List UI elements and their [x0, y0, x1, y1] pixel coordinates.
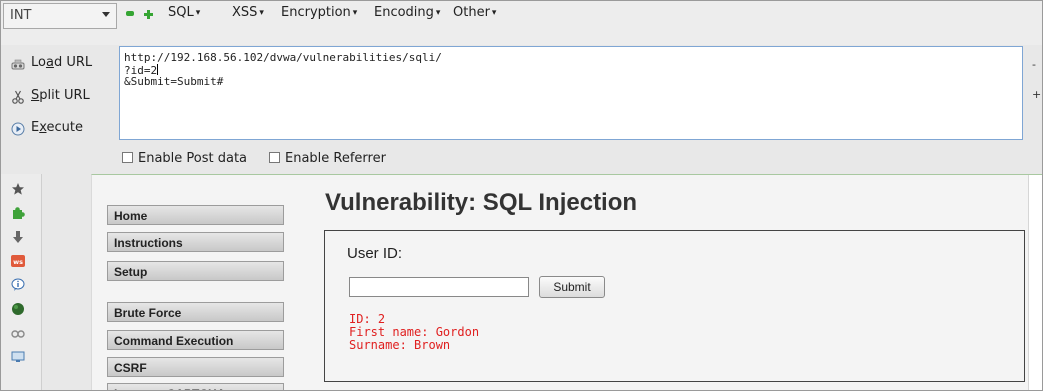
nav-csrf[interactable]: CSRF [107, 357, 284, 377]
chevron-down-icon [102, 12, 110, 17]
post-data-checkbox[interactable] [122, 152, 133, 163]
play-icon [11, 122, 25, 136]
star-icon[interactable] [11, 182, 25, 196]
dropdown-icon: ▾ [352, 8, 358, 18]
enable-referrer-option[interactable]: Enable Referrer [269, 151, 386, 166]
monitor-icon[interactable] [11, 350, 25, 364]
execute-accesskey: x [39, 120, 47, 135]
nav-command-execution[interactable]: Command Execution [107, 330, 284, 350]
dropdown-icon: ▾ [491, 8, 497, 18]
dropdown-icon: ▾ [435, 8, 441, 18]
info-chat-icon[interactable] [11, 278, 25, 292]
url-textarea[interactable]: http://192.168.56.102/dvwa/vulnerabiliti… [119, 46, 1023, 140]
user-id-label: User ID: [347, 245, 403, 262]
page-content: Home Instructions Setup Brute Force Comm… [91, 174, 1042, 390]
menu-encryption-label: Encryption [281, 5, 351, 20]
load-url-label-a: Lo [31, 55, 46, 70]
nav-instructions[interactable]: Instructions [107, 232, 284, 252]
type-select-value: INT [10, 8, 32, 23]
decrease-icon[interactable] [126, 11, 134, 16]
nav-brute-force[interactable]: Brute Force [107, 302, 284, 322]
ws-icon[interactable]: ws [11, 254, 25, 268]
svg-text:ws: ws [13, 258, 23, 266]
load-url-accesskey: a [45, 55, 54, 70]
menu-other-label: Other [453, 5, 490, 20]
dropdown-icon: ▾ [259, 8, 264, 18]
menu-other[interactable]: Other ▾ [453, 5, 496, 20]
collapse-mark[interactable]: - [1032, 58, 1036, 71]
enable-post-data-option[interactable]: Enable Post data [122, 151, 247, 166]
referrer-checkbox[interactable] [269, 152, 280, 163]
page-title: Vulnerability: SQL Injection [325, 189, 638, 216]
increase-icon[interactable] [144, 10, 153, 19]
menu-encoding-label: Encoding [374, 5, 434, 20]
sqli-form-panel: User ID: Submit ID: 2 First name: Gordon… [324, 230, 1025, 382]
nav-home[interactable]: Home [107, 205, 284, 225]
load-url-icon [11, 59, 25, 70]
addon-sphere-icon[interactable] [11, 302, 25, 316]
dropdown-icon: ▾ [195, 8, 201, 18]
menu-encryption[interactable]: Encryption ▾ [281, 5, 357, 20]
scrollbar[interactable] [1028, 175, 1042, 390]
menu-xss-label: XSS [232, 5, 258, 20]
url-line-3: &Submit=Submit# [124, 75, 224, 88]
menu-xss[interactable]: XSS ▾ [232, 5, 264, 20]
download-icon[interactable] [11, 230, 25, 244]
hackbar-toolbar: INT SQL ▾ XSS ▾ Encryption ▾ Encoding ▾ Othe… [1, 1, 1042, 45]
query-result: ID: 2 First name: Gordon Surname: Brown [349, 313, 479, 352]
nav-setup[interactable]: Setup [107, 261, 284, 281]
load-url-label-b: d URL [53, 55, 93, 70]
text-caret [157, 64, 159, 75]
glasses-icon[interactable] [11, 326, 25, 340]
menu-sql[interactable]: SQL ▾ [168, 5, 200, 20]
url-line-1: http://192.168.56.102/dvwa/vulnerabiliti… [124, 51, 442, 64]
puzzle-icon[interactable] [11, 206, 25, 220]
addon-toolbar: ws [1, 174, 42, 390]
menu-encoding[interactable]: Encoding ▾ [374, 5, 440, 20]
execute-label-b: ecute [46, 120, 83, 135]
execute-label-a: E [31, 120, 40, 135]
split-url-label: plit URL [39, 88, 90, 103]
user-id-input[interactable] [349, 277, 529, 297]
nav-insecure-captcha[interactable]: Insecure CAPTCHA [107, 383, 284, 390]
menu-sql-label: SQL [168, 5, 194, 20]
scissors-icon [12, 90, 24, 104]
result-surname: Surname: Brown [349, 338, 451, 352]
post-data-label: Enable Post data [138, 151, 248, 166]
browser-window: INT SQL ▾ XSS ▾ Encryption ▾ Encoding ▾ Othe… [0, 0, 1043, 391]
referrer-label: Enable Referrer [285, 151, 386, 166]
expand-mark[interactable]: + [1032, 88, 1041, 101]
type-select[interactable]: INT [3, 3, 117, 29]
submit-button[interactable]: Submit [539, 276, 605, 298]
